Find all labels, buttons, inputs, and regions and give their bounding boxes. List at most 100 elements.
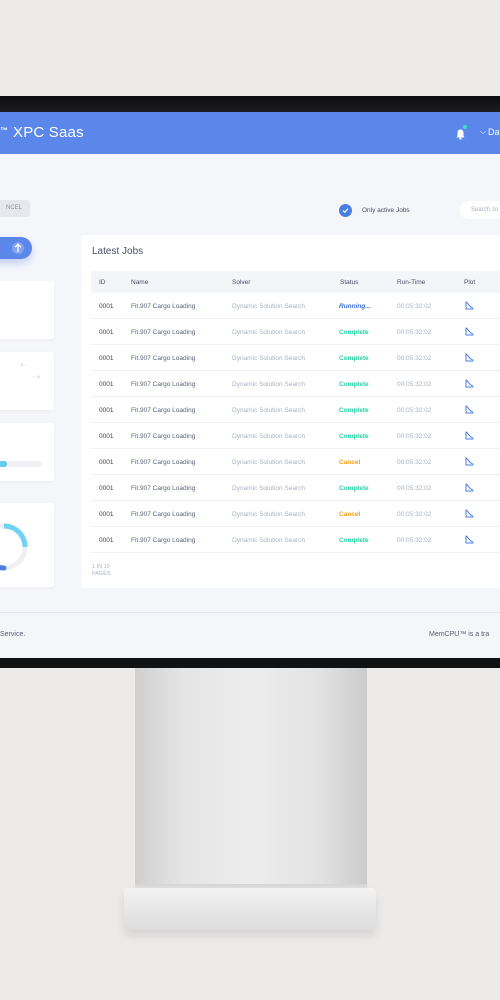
row-status: Complete — [339, 537, 369, 544]
brand-mark: ™ — [0, 126, 8, 135]
row-status: Complete — [339, 407, 369, 414]
table-row[interactable]: 0001 Fit.907 Cargo Loading Dynamic Solut… — [91, 501, 500, 527]
plot-icon[interactable] — [465, 301, 474, 312]
row-name: Fit.907 Cargo Loading — [131, 537, 196, 544]
table-header: ID Name Solver Status Run-Time Plot — [91, 271, 500, 293]
plot-icon[interactable] — [465, 431, 474, 442]
only-active-jobs-label[interactable]: Only active Jobs — [362, 207, 410, 214]
row-name: Fit.907 Cargo Loading — [131, 485, 196, 492]
footer-terms-link[interactable]: Service. — [0, 631, 25, 638]
row-status: Running... — [339, 303, 371, 310]
table-row[interactable]: 0001 Fit.907 Cargo Loading Dynamic Solut… — [91, 449, 500, 475]
footer-divider — [0, 612, 500, 613]
row-id: 0001 — [99, 381, 114, 388]
row-name: Fit.907 Cargo Loading — [131, 433, 196, 440]
row-status: Cancel — [339, 459, 361, 466]
row-id: 0001 — [99, 407, 114, 414]
arrow-left-icon: ⇠ — [20, 360, 29, 371]
col-name[interactable]: Name — [131, 279, 148, 286]
row-id: 0001 — [99, 511, 114, 518]
table-row[interactable]: 0001 Fit.907 Cargo Loading Dynamic Solut… — [91, 371, 500, 397]
row-solver: Dynamic Solution Search — [232, 433, 305, 440]
plot-icon[interactable] — [465, 405, 474, 416]
plot-icon[interactable] — [465, 353, 474, 364]
checkmark-icon[interactable] — [339, 204, 352, 217]
table-row[interactable]: 0001 Fit.907 Cargo Loading Dynamic Solut… — [91, 527, 500, 553]
monitor-top-edge — [0, 96, 500, 112]
row-name: Fit.907 Cargo Loading — [131, 355, 196, 362]
table-row[interactable]: 0001 Fit.907 Cargo Loading Dynamic Solut… — [91, 293, 500, 319]
chevron-down-icon[interactable]: ⌵ — [480, 127, 486, 137]
row-runtime: 00:05:32:02 — [397, 303, 432, 310]
col-runtime[interactable]: Run-Time — [397, 279, 425, 286]
plot-icon[interactable] — [465, 327, 474, 338]
row-id: 0001 — [99, 329, 114, 336]
row-id: 0001 — [99, 433, 114, 440]
search-input[interactable]: Search Jo — [460, 201, 500, 219]
row-solver: Dynamic Solution Search — [232, 355, 305, 362]
row-solver: Dynamic Solution Search — [232, 329, 305, 336]
row-status: Complete — [339, 433, 369, 440]
cancel-button[interactable]: NCEL — [0, 200, 30, 217]
latest-jobs-panel: Latest Jobs ID Name Solver Status Run-Ti… — [81, 235, 500, 588]
row-id: 0001 — [99, 537, 114, 544]
progress-bar — [0, 461, 42, 467]
summary-card — [0, 281, 54, 339]
row-name: Fit.907 Cargo Loading — [131, 381, 196, 388]
col-solver[interactable]: Solver — [232, 279, 250, 286]
table-row[interactable]: 0001 Fit.907 Cargo Loading Dynamic Solut… — [91, 319, 500, 345]
row-status: Complete — [339, 381, 369, 388]
row-runtime: 00:05:32:02 — [397, 537, 432, 544]
plot-icon[interactable] — [465, 379, 474, 390]
plot-icon[interactable] — [465, 509, 474, 520]
panel-title: Latest Jobs — [92, 246, 144, 257]
row-status: Complete — [339, 485, 369, 492]
row-solver: Dynamic Solution Search — [232, 485, 305, 492]
plot-icon[interactable] — [465, 535, 474, 546]
plot-icon[interactable] — [465, 457, 474, 468]
row-name: Fit.907 Cargo Loading — [131, 511, 196, 518]
donut-chart — [0, 523, 28, 571]
progress-card — [0, 423, 54, 481]
progress-bar-fill — [0, 461, 7, 467]
row-solver: Dynamic Solution Search — [232, 381, 305, 388]
row-status: Complete — [339, 329, 369, 336]
donut-card — [0, 503, 54, 587]
footer-trademark: MemCPU™ is a tra — [429, 631, 490, 638]
table-row[interactable]: 0001 Fit.907 Cargo Loading Dynamic Solut… — [91, 423, 500, 449]
arrow-right-icon: ⇢ — [32, 372, 41, 383]
row-solver: Dynamic Solution Search — [232, 537, 305, 544]
row-runtime: 00:05:32:02 — [397, 407, 432, 414]
monitor-stand — [135, 668, 367, 890]
col-plot[interactable]: Plot — [464, 279, 475, 286]
row-runtime: 00:05:32:02 — [397, 381, 432, 388]
arrow-up-icon — [14, 243, 22, 252]
plot-icon[interactable] — [465, 483, 474, 494]
row-status: Cancel — [339, 511, 361, 518]
notification-dot — [463, 125, 467, 129]
col-id[interactable]: ID — [99, 279, 106, 286]
row-solver: Dynamic Solution Search — [232, 459, 305, 466]
row-runtime: 00:05:32:02 — [397, 511, 432, 518]
table-row[interactable]: 0001 Fit.907 Cargo Loading Dynamic Solut… — [91, 475, 500, 501]
app-header: ™ XPC Saas ⌵ Da — [0, 112, 500, 154]
table-row[interactable]: 0001 Fit.907 Cargo Loading Dynamic Solut… — [91, 397, 500, 423]
row-runtime: 00:05:32:02 — [397, 433, 432, 440]
row-id: 0001 — [99, 459, 114, 466]
app-title: XPC Saas — [13, 124, 84, 141]
row-name: Fit.907 Cargo Loading — [131, 329, 196, 336]
table-row[interactable]: 0001 Fit.907 Cargo Loading Dynamic Solut… — [91, 345, 500, 371]
upload-button[interactable] — [0, 237, 32, 259]
row-id: 0001 — [99, 355, 114, 362]
row-id: 0001 — [99, 485, 114, 492]
transfer-card: ⇠ ⇢ — [0, 352, 54, 410]
app-screen: ™ XPC Saas ⌵ Da NCEL Only active Jobs Se… — [0, 112, 500, 658]
row-runtime: 00:05:32:02 — [397, 329, 432, 336]
row-solver: Dynamic Solution Search — [232, 511, 305, 518]
col-status[interactable]: Status — [340, 279, 358, 286]
row-runtime: 00:05:32:02 — [397, 485, 432, 492]
row-solver: Dynamic Solution Search — [232, 303, 305, 310]
row-status: Complete — [339, 355, 369, 362]
monitor-stand-base — [124, 888, 376, 930]
user-menu[interactable]: Da — [488, 127, 500, 137]
